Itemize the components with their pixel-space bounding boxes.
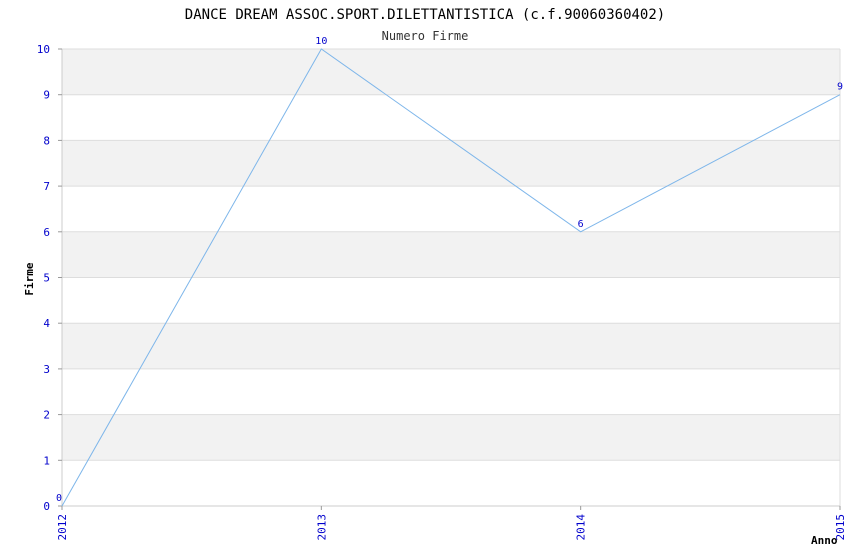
y-tick-label: 5 [43,272,50,285]
grid-band [62,414,840,461]
y-tick-label: 1 [43,454,50,467]
y-tick-label: 7 [43,180,50,193]
data-label: 6 [578,219,584,230]
y-tick-label: 0 [43,500,50,513]
data-label: 0 [56,493,62,504]
y-tick-labels: 0 1 2 3 4 5 6 7 8 9 10 [37,43,62,513]
grid-band [62,49,840,95]
y-tick-label: 9 [43,89,50,102]
grid-band [62,323,840,369]
line-chart: 0 1 2 3 4 5 6 7 8 9 10 2012 2013 2014 2 0 1 5 0 10 6 9 DANC… [23,7,847,547]
background-bands [62,49,840,461]
y-tick-label: 3 [43,363,50,376]
x-tick-labels: 2012 2013 2014 2015 [56,506,847,541]
y-tick-label: 2 [43,409,50,422]
y-tick-label: 10 [37,43,50,56]
data-label: 9 [837,82,843,93]
y-tick-label: 4 [43,317,50,330]
y-axis-label: Firme [23,262,36,295]
x-tick-label: 2013 [315,514,328,541]
y-tick-label: 8 [43,134,50,147]
chart-subtitle: Numero Firme [382,29,469,43]
grid-band [62,140,840,187]
x-axis-label: Anno [811,534,838,547]
chart-title: DANCE DREAM ASSOC.SPORT.DILETTANTISTICA … [185,7,665,23]
x-tick-label: 2012 [56,514,69,541]
data-label: 10 [315,36,327,47]
x-tick-label: 2014 [575,514,588,541]
grid-band [62,231,840,278]
y-tick-label: 6 [43,226,50,239]
